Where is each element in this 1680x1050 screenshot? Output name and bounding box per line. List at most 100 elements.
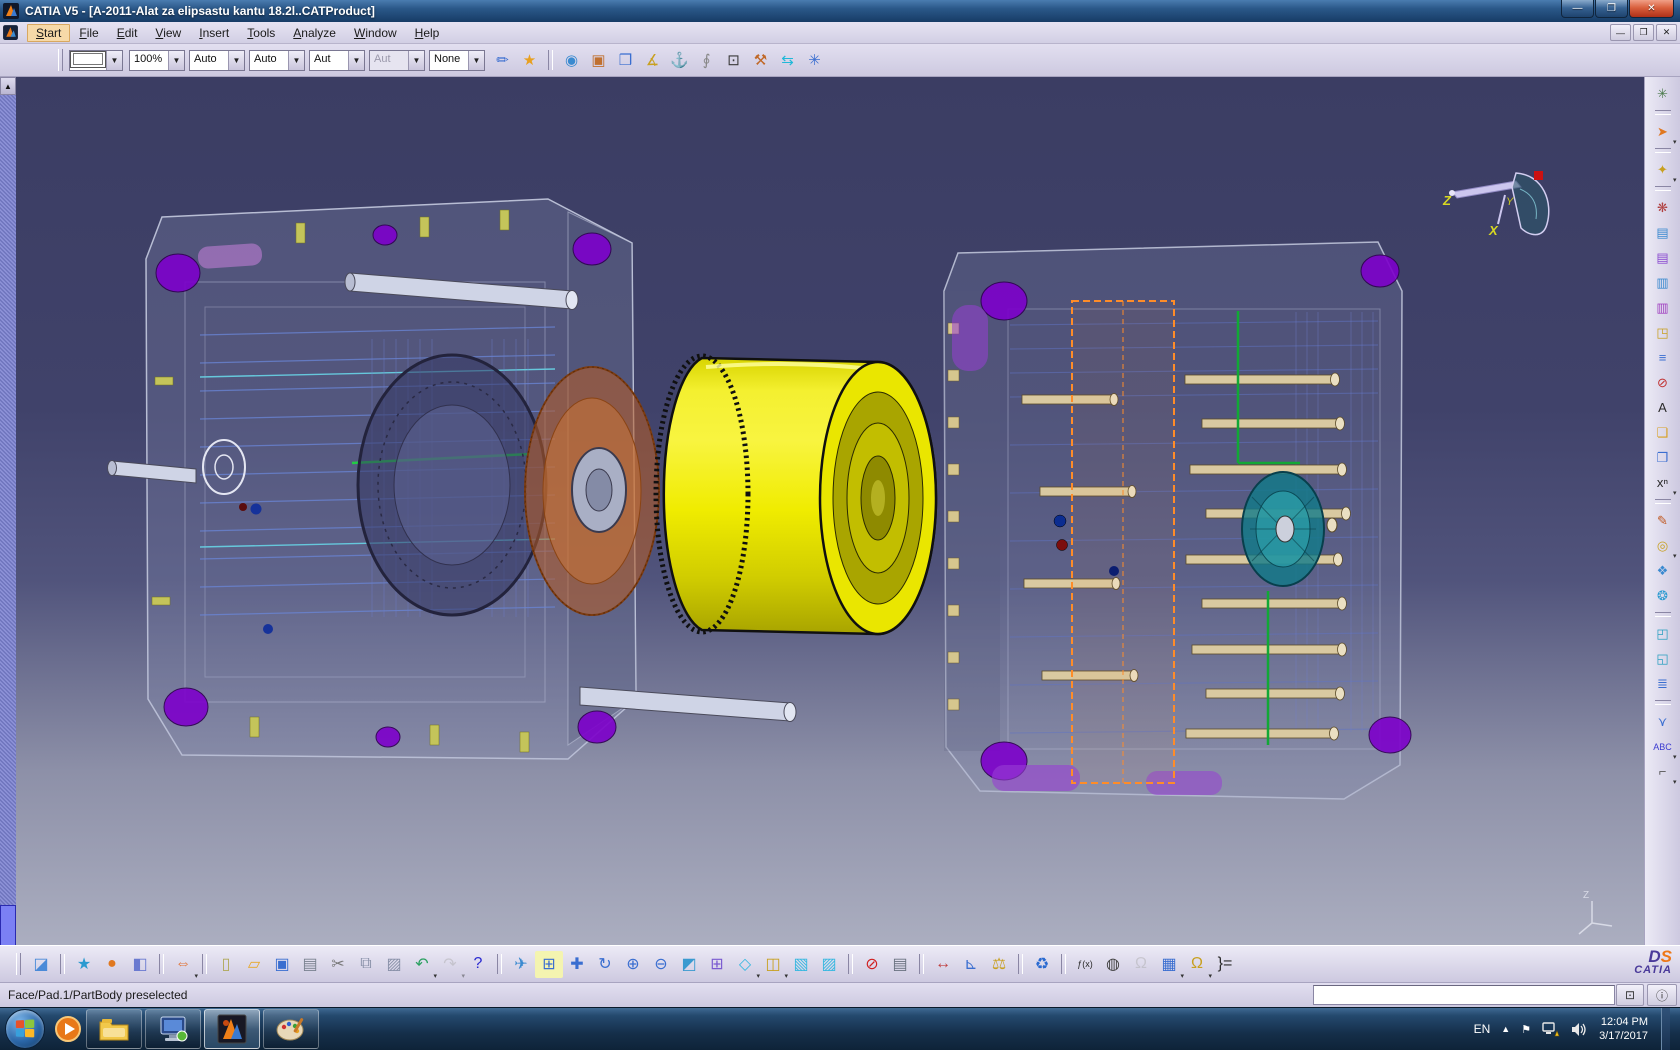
explode-box-icon[interactable]: ▣ xyxy=(585,48,612,73)
anchor-icon[interactable]: ⚓ xyxy=(666,48,693,73)
save-icon[interactable]: ▣ xyxy=(268,951,296,978)
line-weight-combo[interactable]: Auto ▼ xyxy=(189,50,245,71)
offset-constraint-icon[interactable]: ⋎ xyxy=(1650,709,1676,734)
screwdriver-icon[interactable]: ⚒ xyxy=(747,48,774,73)
clock[interactable]: 12:04 PM 3/17/2017 xyxy=(1599,1015,1648,1044)
replace-component-icon[interactable]: ◳ xyxy=(1650,320,1676,345)
windows-media-player-button[interactable] xyxy=(53,1010,83,1048)
copy-icon[interactable]: ⧉ xyxy=(352,951,380,978)
measure-mouse-icon[interactable]: ◉ xyxy=(558,48,585,73)
molded-part-bucket[interactable] xyxy=(656,356,936,634)
chevron-down-icon[interactable]: ▼ xyxy=(348,51,364,70)
vertical-scrollbar[interactable]: ▲ ▼ xyxy=(0,77,16,945)
shaded-view-icon[interactable]: ▧ xyxy=(787,951,815,978)
smart-move-icon[interactable]: ❒ xyxy=(612,48,639,73)
zoom-in-icon[interactable]: ⊕ xyxy=(619,951,647,978)
mold-half-right[interactable] xyxy=(944,242,1411,799)
lock-icon[interactable]: Ω xyxy=(1127,951,1155,978)
frame-title-block-icon[interactable]: A xyxy=(1650,395,1676,420)
export-part-icon[interactable]: ▥ xyxy=(1650,270,1676,295)
menu-help[interactable]: Help xyxy=(406,24,449,42)
measure-box-icon[interactable]: ⊡ xyxy=(720,48,747,73)
constraints-icon[interactable]: ✳ xyxy=(801,48,828,73)
material-globe-icon[interactable]: ● xyxy=(98,951,126,978)
pan-icon[interactable]: ✚ xyxy=(563,951,591,978)
mdi-restore-button[interactable]: ❐ xyxy=(1633,24,1654,41)
select-arrow-icon[interactable]: ➤ xyxy=(1650,119,1676,144)
measure-between-icon[interactable]: ↔ xyxy=(929,951,957,978)
copper-ring-insert[interactable] xyxy=(525,367,659,615)
open-icon[interactable]: ▱ xyxy=(240,951,268,978)
cut-icon[interactable]: ✂ xyxy=(324,951,352,978)
network-icon[interactable] xyxy=(1542,1021,1560,1037)
update-gears-icon[interactable]: ✳ xyxy=(1650,81,1676,106)
info-button[interactable]: ⓘ xyxy=(1647,984,1677,1006)
zoom-out-icon[interactable]: ⊖ xyxy=(647,951,675,978)
clash-analysis-icon[interactable]: ◎ xyxy=(1650,533,1676,558)
manipulation-icon[interactable]: ⇔ xyxy=(169,951,197,978)
window-sketch-icon[interactable]: ❐ xyxy=(1650,445,1676,470)
menu-view[interactable]: View xyxy=(146,24,190,42)
menu-edit[interactable]: Edit xyxy=(108,24,147,42)
hide-show-icon[interactable]: ◫ xyxy=(759,951,787,978)
normal-view-icon[interactable]: ◩ xyxy=(675,951,703,978)
close-button[interactable]: ✕ xyxy=(1629,0,1674,18)
export-assembly-icon[interactable]: ▥ xyxy=(1650,295,1676,320)
paint-button[interactable] xyxy=(263,1009,319,1049)
layer-combo[interactable]: None ▼ xyxy=(429,50,485,71)
interrupt-icon[interactable]: ⊘ xyxy=(858,951,886,978)
quick-print-icon[interactable]: ▤ xyxy=(886,951,914,978)
new-document-icon[interactable]: ▯ xyxy=(212,951,240,978)
measure-inertia-icon[interactable]: ⚖ xyxy=(985,951,1013,978)
point-symbol-combo[interactable]: Aut ▼ xyxy=(309,50,365,71)
fit-all-icon[interactable]: ⊞ xyxy=(535,951,563,978)
catalog-lock-icon[interactable]: Ω xyxy=(1183,951,1211,978)
restore-button[interactable]: ❐ xyxy=(1595,0,1628,18)
chevron-down-icon[interactable]: ▼ xyxy=(106,51,122,70)
redo-icon[interactable]: ↷ xyxy=(436,951,464,978)
gear-select-icon[interactable]: ✦ xyxy=(1650,157,1676,182)
toolbar-grip[interactable] xyxy=(16,953,21,975)
scrollbar-track[interactable] xyxy=(0,95,16,927)
render-cube-icon[interactable]: ◧ xyxy=(126,951,154,978)
compass-handle[interactable] xyxy=(1534,171,1543,180)
new-product-icon[interactable]: ▤ xyxy=(1650,245,1676,270)
action-center-icon[interactable]: ⚑ xyxy=(1521,1023,1531,1036)
start-button[interactable] xyxy=(5,1009,45,1049)
flag-note-icon[interactable]: ⌐ xyxy=(1650,759,1676,784)
menu-analyze[interactable]: Analyze xyxy=(284,24,345,42)
wireframe-view-icon[interactable]: ▨ xyxy=(815,951,843,978)
help-what-icon[interactable]: ? xyxy=(464,951,492,978)
magic-wand-icon[interactable]: ★ xyxy=(516,48,543,73)
enovia-sync-icon[interactable]: ♻ xyxy=(1028,951,1056,978)
graph-tree-reorder-icon[interactable]: ≡ xyxy=(1650,345,1676,370)
speaker-icon[interactable] xyxy=(1571,1022,1588,1037)
new-part-icon[interactable]: ▤ xyxy=(1650,220,1676,245)
stack-components-icon[interactable]: ◱ xyxy=(1650,646,1676,671)
chevron-down-icon[interactable]: ▼ xyxy=(468,51,484,70)
catalog-star-icon[interactable]: ★ xyxy=(70,951,98,978)
catia-taskbar-button[interactable] xyxy=(204,1009,260,1049)
menu-tools[interactable]: Tools xyxy=(238,24,284,42)
chevron-down-icon[interactable]: ▼ xyxy=(168,51,184,70)
iso-view-icon[interactable]: ◇ xyxy=(731,951,759,978)
expand-command-button[interactable]: ⊡ xyxy=(1616,984,1644,1006)
toolbar-grip[interactable] xyxy=(58,49,63,71)
catalog-browser-icon[interactable]: ❂ xyxy=(1650,583,1676,608)
product-update-icon[interactable]: ❋ xyxy=(1650,195,1676,220)
paint-apply-icon[interactable]: ✎ xyxy=(1650,508,1676,533)
minimize-button[interactable]: — xyxy=(1561,0,1594,18)
chevron-down-icon[interactable]: ▼ xyxy=(228,51,244,70)
knowledge-icon[interactable]: ◍ xyxy=(1099,951,1127,978)
file-explorer-button[interactable] xyxy=(86,1009,142,1049)
line-type-combo[interactable]: Auto ▼ xyxy=(249,50,305,71)
mdi-minimize-button[interactable]: — xyxy=(1610,24,1631,41)
command-input[interactable] xyxy=(1313,985,1615,1005)
zoom-level-combo[interactable]: 100% ▼ xyxy=(129,50,185,71)
tree-expand-icon[interactable]: ≣ xyxy=(1650,671,1676,696)
menu-file[interactable]: File xyxy=(70,24,107,42)
multi-view-icon[interactable]: ⊞ xyxy=(703,951,731,978)
print-icon[interactable]: ▤ xyxy=(296,951,324,978)
chevron-down-icon[interactable]: ▼ xyxy=(288,51,304,70)
multi-instantiation-icon[interactable]: xⁿ xyxy=(1650,470,1676,495)
